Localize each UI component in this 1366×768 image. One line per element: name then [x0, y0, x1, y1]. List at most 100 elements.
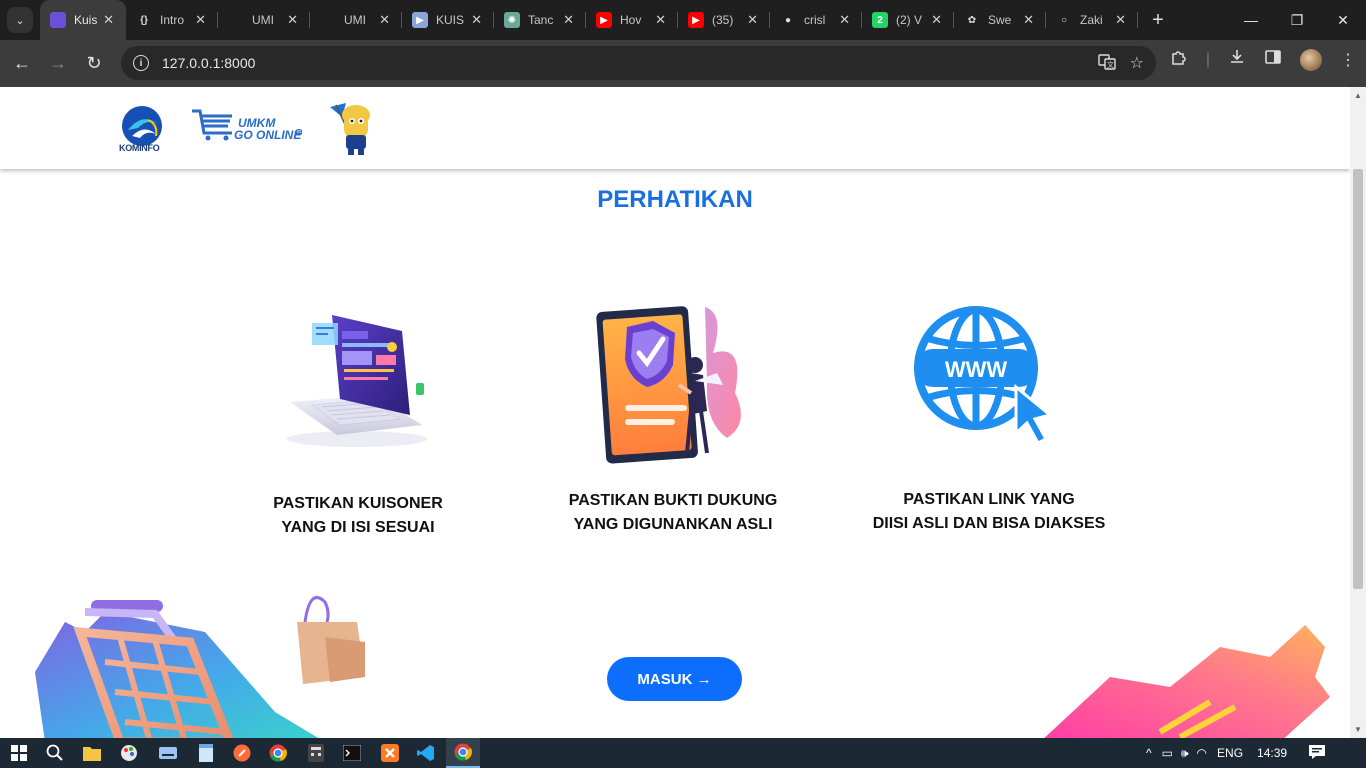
card-caption-3: PASTIKAN LINK YANG DIISI ASLI DAN BISA D… [859, 488, 1119, 536]
chrome-icon[interactable] [268, 743, 288, 763]
volume-icon[interactable]: 🕪 [1181, 746, 1189, 761]
globe-www-label: WWW [945, 357, 1008, 382]
chrome-active-taskbar-icon[interactable] [446, 738, 480, 768]
browser-tab[interactable]: UMI ✕ [218, 0, 310, 40]
browser-tab[interactable]: ✿ Swe ✕ [954, 0, 1046, 40]
page-title: PERHATIKAN [597, 186, 753, 213]
tab-strip: ⌄ Kuis ✕ {} Intro ✕ UMI ✕ UMI ✕ ▶ KUIS ✕ ✺ Tanc ✕ ▶ Hov ✕… [0, 0, 1366, 40]
close-tab-icon[interactable]: ✕ [655, 12, 666, 28]
tab-label: Swe [988, 13, 1012, 27]
windows-taskbar: ^ ▭ 🕪 ◠ ENG 14:39 [0, 738, 1366, 768]
browser-tab[interactable]: ○ Zaki ✕ [1046, 0, 1138, 40]
tab-label: (2) V [896, 13, 923, 27]
keyboard-icon[interactable] [158, 743, 178, 763]
profile-avatar[interactable] [1300, 48, 1322, 71]
decorative-blob-right [1044, 625, 1330, 738]
browser-tab[interactable]: ▶ (35) ✕ [678, 0, 770, 40]
tab-search-button[interactable]: ⌄ [7, 7, 33, 33]
code-brackets-icon: {} [136, 12, 152, 28]
scroll-up-arrow-icon[interactable]: ▲ [1354, 91, 1362, 100]
browser-tab[interactable]: 2 (2) V ✕ [862, 0, 954, 40]
battery-icon[interactable]: ▭ [1162, 746, 1173, 760]
side-panel-icon[interactable] [1264, 48, 1282, 71]
terminal-icon[interactable] [342, 743, 362, 763]
scroll-down-arrow-icon[interactable]: ▼ [1354, 725, 1362, 734]
scrollbar-thumb[interactable] [1353, 169, 1363, 589]
browser-tab[interactable]: UMI ✕ [310, 0, 402, 40]
windows-start-icon[interactable] [9, 743, 29, 763]
vscode-icon[interactable] [416, 743, 436, 763]
github-icon: ● [780, 12, 796, 28]
reload-button[interactable]: ↻ [76, 46, 112, 82]
card-caption-2: PASTIKAN BUKTI DUKUNG YANG DIGUNANKAN AS… [553, 489, 793, 537]
clock-time[interactable]: 14:39 [1257, 746, 1287, 760]
close-tab-icon[interactable]: ✕ [471, 12, 482, 28]
github-icon: ○ [1056, 12, 1072, 28]
masuk-button[interactable]: MASUK → [607, 657, 742, 701]
close-tab-icon[interactable]: ✕ [747, 12, 758, 28]
restore-button[interactable]: ❐ [1274, 0, 1320, 40]
tab-label: Intro [160, 13, 185, 27]
close-tab-icon[interactable]: ✕ [379, 12, 390, 28]
download-icon[interactable] [1228, 48, 1246, 71]
notification-icon[interactable] [1309, 744, 1326, 762]
browser-tab[interactable]: ▶ Hov ✕ [586, 0, 678, 40]
wifi-icon[interactable]: ◠ [1197, 746, 1207, 760]
umkm-logo-badge: id [296, 129, 302, 135]
chevron-up-icon[interactable]: ^ [1146, 746, 1152, 760]
close-tab-icon[interactable]: ✕ [931, 12, 942, 28]
tab-label: Tanc [528, 13, 554, 27]
bookmark-star-icon[interactable]: ☆ [1130, 53, 1144, 76]
browser-tab[interactable]: ✺ Tanc ✕ [494, 0, 586, 40]
laravel-icon [50, 12, 66, 28]
translate-icon[interactable]: 文 [1097, 53, 1116, 76]
whatsapp-icon: 2 [872, 12, 888, 28]
file-explorer-icon[interactable] [82, 743, 102, 763]
page-scrollbar[interactable]: ▲ ▼ [1350, 87, 1366, 738]
close-tab-icon[interactable]: ✕ [563, 12, 574, 28]
www-globe-icon: WWW [914, 306, 1054, 445]
close-tab-icon[interactable]: ✕ [103, 12, 114, 28]
svg-text:文: 文 [1107, 60, 1114, 69]
tab-label: crisl [804, 13, 826, 27]
site-info-icon[interactable]: i [133, 55, 149, 71]
notepad-icon[interactable] [196, 743, 216, 763]
search-icon[interactable] [45, 743, 65, 763]
umkm-logo-line2: GO ONLINE [234, 128, 302, 142]
back-button[interactable]: ← [4, 46, 40, 82]
close-tab-icon[interactable]: ✕ [195, 12, 206, 28]
umkm-go-online-logo: UMKM GO ONLINE id [192, 109, 312, 146]
youtube-icon: ▶ [688, 12, 704, 28]
close-tab-icon[interactable]: ✕ [839, 12, 850, 28]
paint-icon[interactable] [119, 743, 139, 763]
card-3-line2: DIISI ASLI DAN BISA DIAKSES [872, 515, 1106, 532]
card-1-line1: PASTIKAN KUISONER [273, 495, 443, 512]
browser-tab[interactable]: Kuis ✕ [40, 0, 126, 40]
extensions-icon[interactable] [1170, 48, 1188, 71]
chatgpt-icon: ✺ [504, 12, 520, 28]
minimize-button[interactable]: — [1228, 0, 1274, 40]
new-tab-button[interactable]: + [1144, 9, 1172, 32]
site-header: KOMINFO UMKM GO ONLINE id [0, 87, 1350, 169]
browser-tab[interactable]: ▶ KUIS ✕ [402, 0, 494, 40]
browser-tab[interactable]: ● crisl ✕ [770, 0, 862, 40]
postman-icon[interactable] [232, 743, 252, 763]
url-text: 127.0.0.1:8000 [162, 55, 256, 71]
calculator-icon[interactable] [306, 743, 326, 763]
card-1-line2: YANG DI ISI SESUAI [281, 519, 435, 536]
address-bar[interactable]: i 127.0.0.1:8000 文 ☆ [121, 46, 1156, 80]
laptop-dashboard-illustration [287, 315, 427, 447]
language-indicator[interactable]: ENG [1217, 746, 1243, 760]
close-tab-icon[interactable]: ✕ [1023, 12, 1034, 28]
tab-label: Kuis [74, 13, 98, 27]
menu-kebab-icon[interactable]: ⋮ [1340, 50, 1356, 70]
forward-button[interactable]: → [40, 46, 76, 82]
kominfo-logo-text: KOMINFO [119, 143, 160, 153]
xampp-icon[interactable] [380, 743, 400, 763]
close-tab-icon[interactable]: ✕ [1115, 12, 1126, 28]
close-tab-icon[interactable]: ✕ [287, 12, 298, 28]
browser-tab[interactable]: {} Intro ✕ [126, 0, 218, 40]
tab-label: UMI [252, 13, 274, 27]
tab-label: UMI [344, 13, 366, 27]
close-window-button[interactable]: ✕ [1320, 0, 1366, 40]
